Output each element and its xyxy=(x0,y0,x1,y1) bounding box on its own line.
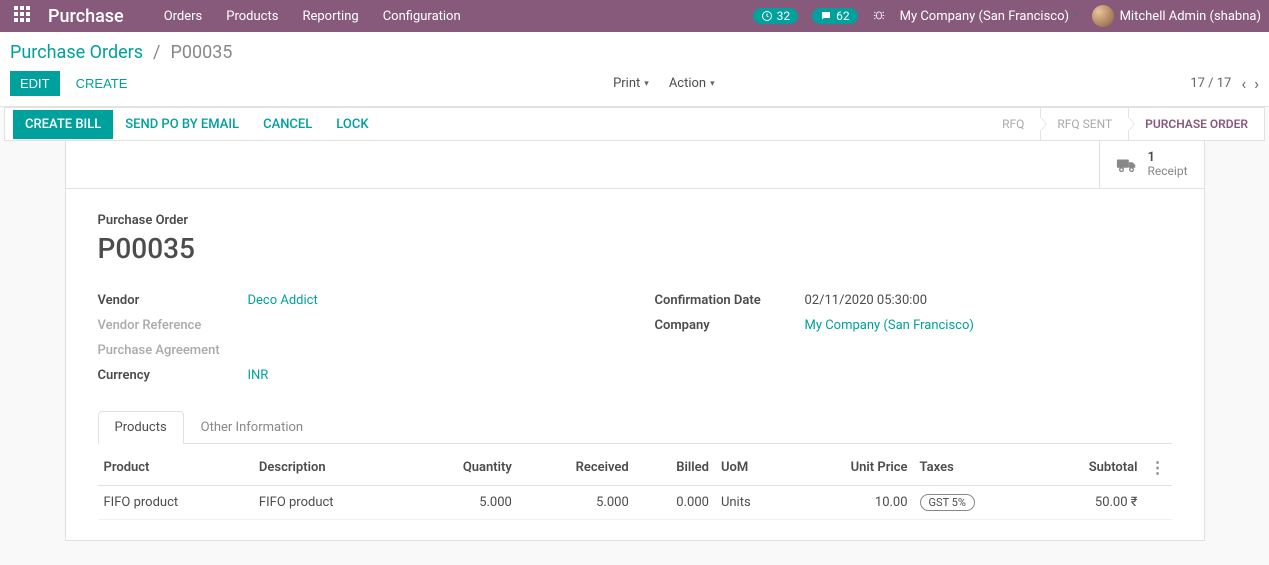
apps-icon[interactable] xyxy=(14,6,34,26)
confirm-date-label: Confirmation Date xyxy=(655,293,805,308)
cell-description: FIFO product xyxy=(253,486,408,520)
tax-badge: GST 5% xyxy=(920,494,975,511)
menu-configuration[interactable]: Configuration xyxy=(383,9,461,24)
user-menu[interactable]: Mitchell Admin (shabna) xyxy=(1092,5,1261,27)
avatar xyxy=(1092,5,1114,27)
chevron-down-icon: ▾ xyxy=(644,79,649,89)
menu-orders[interactable]: Orders xyxy=(164,9,203,24)
col-billed[interactable]: Billed xyxy=(635,450,715,486)
chat-icon xyxy=(820,10,832,22)
breadcrumb-separator: / xyxy=(153,42,160,63)
user-name: Mitchell Admin (shabna) xyxy=(1120,9,1261,24)
pager: 17 / 17 ‹ › xyxy=(1190,74,1259,93)
edit-button[interactable]: EDIT xyxy=(10,71,60,96)
col-uom[interactable]: UoM xyxy=(715,450,790,486)
message-badge[interactable]: 62 xyxy=(812,8,858,24)
pager-text: 17 / 17 xyxy=(1190,76,1231,91)
status-stages: RFQ RFQ SENT PURCHASE ORDER xyxy=(986,108,1264,140)
create-button[interactable]: CREATE xyxy=(66,71,138,96)
top-navbar: Purchase Orders Products Reporting Confi… xyxy=(0,0,1269,32)
cell-received: 5.000 xyxy=(518,486,635,520)
control-panel: Purchase Orders / P00035 EDIT CREATE Pri… xyxy=(0,32,1269,107)
pager-prev[interactable]: ‹ xyxy=(1241,74,1246,93)
company-switcher[interactable]: My Company (San Francisco) ▾ xyxy=(900,9,1078,24)
confirm-date-value: 02/11/2020 05:30:00 xyxy=(805,293,928,308)
col-product[interactable]: Product xyxy=(98,450,253,486)
cancel-button[interactable]: CANCEL xyxy=(251,110,324,139)
activity-count: 32 xyxy=(777,9,791,23)
status-bar: CREATE BILL SEND PO BY EMAIL CANCEL LOCK… xyxy=(4,107,1265,141)
truck-icon xyxy=(1116,156,1138,174)
tab-other-information[interactable]: Other Information xyxy=(184,411,320,444)
receipt-label: Receipt xyxy=(1148,165,1188,178)
stage-rfq[interactable]: RFQ xyxy=(986,108,1040,140)
company-label: Company xyxy=(655,318,805,333)
action-label: Action xyxy=(669,76,706,91)
breadcrumb-parent[interactable]: Purchase Orders xyxy=(10,42,143,63)
currency-label: Currency xyxy=(98,368,248,383)
pager-next[interactable]: › xyxy=(1254,74,1259,93)
chevron-down-icon: ▾ xyxy=(710,79,715,89)
chevron-down-icon: ▾ xyxy=(1073,11,1078,21)
top-right: 32 62 My Company (San Francisco) ▾ Mitch… xyxy=(753,5,1261,27)
col-description[interactable]: Description xyxy=(253,450,408,486)
create-bill-button[interactable]: CREATE BILL xyxy=(13,110,113,139)
table-row[interactable]: FIFO product FIFO product 5.000 5.000 0.… xyxy=(98,486,1172,520)
col-subtotal[interactable]: Subtotal xyxy=(1034,450,1143,486)
cell-billed: 0.000 xyxy=(635,486,715,520)
tab-nav: Products Other Information xyxy=(98,411,1172,444)
cell-taxes: GST 5% xyxy=(914,486,1035,520)
send-po-button[interactable]: SEND PO BY EMAIL xyxy=(113,110,251,139)
debug-icon[interactable] xyxy=(872,9,886,23)
currency-value[interactable]: INR xyxy=(248,368,269,383)
menu-reporting[interactable]: Reporting xyxy=(302,9,358,24)
vendor-value[interactable]: Deco Addict xyxy=(248,293,318,308)
activity-badge[interactable]: 32 xyxy=(753,8,799,24)
vendor-label: Vendor xyxy=(98,293,248,308)
po-number: P00035 xyxy=(98,232,1172,265)
cell-unit-price: 10.00 xyxy=(790,486,914,520)
app-brand[interactable]: Purchase xyxy=(48,6,124,27)
purchase-agreement-label: Purchase Agreement xyxy=(98,343,248,358)
company-name: My Company (San Francisco) xyxy=(900,9,1069,24)
print-label: Print xyxy=(613,76,640,91)
po-title-label: Purchase Order xyxy=(98,213,1172,228)
form-sheet: 1 Receipt Purchase Order P00035 Vendor D… xyxy=(65,141,1205,541)
action-dropdown[interactable]: Action ▾ xyxy=(669,76,715,91)
top-menu: Orders Products Reporting Configuration xyxy=(164,9,753,24)
message-count: 62 xyxy=(836,9,850,23)
company-value[interactable]: My Company (San Francisco) xyxy=(805,318,974,333)
columns-menu-icon[interactable]: ⋮ xyxy=(1150,458,1166,477)
order-lines-table: Product Description Quantity Received Bi… xyxy=(98,450,1172,520)
col-quantity[interactable]: Quantity xyxy=(408,450,518,486)
cell-quantity: 5.000 xyxy=(408,486,518,520)
tab-products[interactable]: Products xyxy=(98,411,184,444)
breadcrumb-current: P00035 xyxy=(170,42,232,63)
print-dropdown[interactable]: Print ▾ xyxy=(613,76,649,91)
clock-icon xyxy=(761,10,773,22)
col-received[interactable]: Received xyxy=(518,450,635,486)
lock-button[interactable]: LOCK xyxy=(324,110,380,139)
vendor-ref-label: Vendor Reference xyxy=(98,318,248,333)
breadcrumb: Purchase Orders / P00035 xyxy=(10,42,232,63)
receipt-count: 1 xyxy=(1148,151,1188,165)
menu-products[interactable]: Products xyxy=(226,9,278,24)
col-taxes[interactable]: Taxes xyxy=(914,450,1035,486)
cell-uom: Units xyxy=(715,486,790,520)
cell-product: FIFO product xyxy=(98,486,253,520)
col-unit-price[interactable]: Unit Price xyxy=(790,450,914,486)
stage-rfq-sent[interactable]: RFQ SENT xyxy=(1040,108,1128,140)
stage-purchase-order[interactable]: PURCHASE ORDER xyxy=(1128,108,1264,140)
cell-subtotal: 50.00 ₹ xyxy=(1034,486,1143,520)
receipt-stat-button[interactable]: 1 Receipt xyxy=(1099,141,1204,188)
